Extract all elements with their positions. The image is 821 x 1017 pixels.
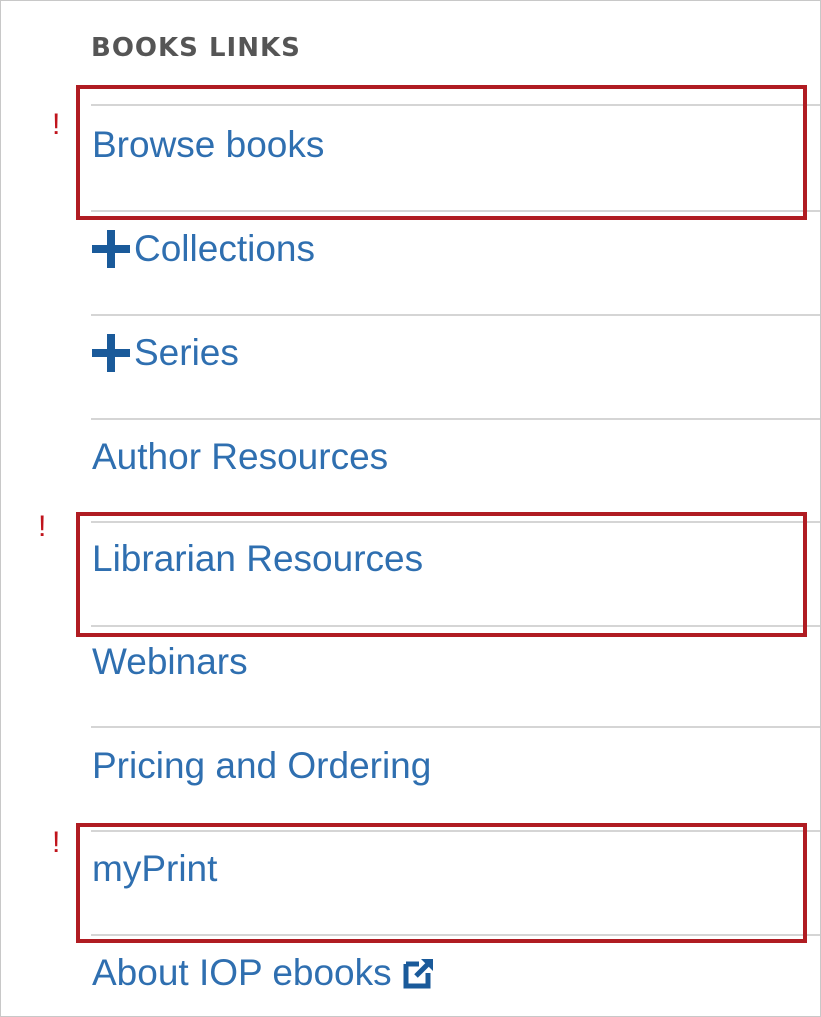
nav-link-label: myPrint [92,848,218,889]
nav-link-collections[interactable]: Collections [92,227,315,271]
divider [91,934,820,936]
plus-icon[interactable] [92,229,130,269]
nav-link-label: Author Resources [92,436,389,477]
warning-marker: ! [52,108,61,141]
divider [91,625,820,627]
divider [91,210,820,212]
nav-link-webinars[interactable]: Webinars [92,640,248,684]
nav-link-label: Webinars [92,641,248,682]
nav-link-librarian-resources[interactable]: Librarian Resources [92,537,423,581]
divider [91,726,820,728]
nav-link-label: Browse books [92,124,325,165]
divider [91,521,820,523]
books-links-panel: BOOKS LINKS Browse books Collections Ser… [0,0,821,1017]
divider [91,830,820,832]
external-link-icon [403,959,433,989]
nav-link-myprint[interactable]: myPrint [92,847,217,891]
warning-marker: ! [52,826,61,859]
divider [91,314,820,316]
nav-link-about-iop-ebooks[interactable]: About IOP ebooks [92,951,436,995]
nav-link-browse-books[interactable]: Browse books [92,123,324,167]
nav-link-label: Series [134,332,239,373]
panel-heading: BOOKS LINKS [91,33,301,63]
plus-icon[interactable] [92,333,130,373]
divider [91,418,820,420]
warning-marker: ! [38,510,47,543]
nav-link-label: Collections [134,228,315,269]
nav-link-label: Pricing and Ordering [92,745,432,786]
nav-link-author-resources[interactable]: Author Resources [92,435,388,479]
divider [91,104,820,106]
nav-link-label: About IOP ebooks [92,952,392,993]
nav-link-label: Librarian Resources [92,538,424,579]
nav-link-pricing-and-ordering[interactable]: Pricing and Ordering [92,744,431,788]
nav-link-series[interactable]: Series [92,331,239,375]
